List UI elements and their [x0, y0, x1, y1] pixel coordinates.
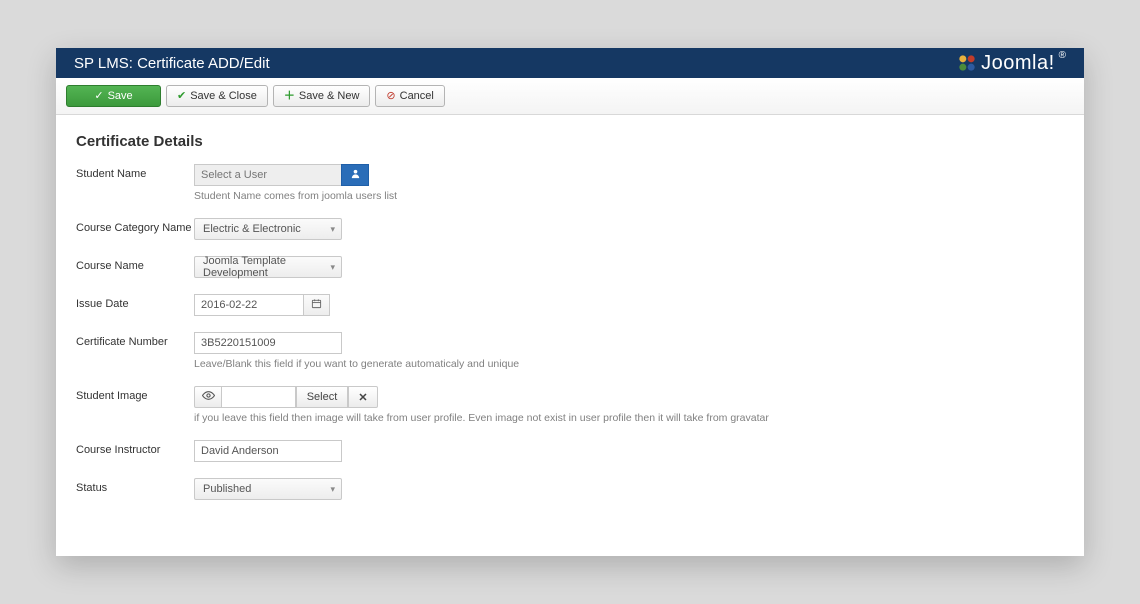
user-icon [350, 168, 361, 182]
cancel-icon: ⊘ [386, 91, 395, 102]
save-new-button[interactable]: ＋ Save & New [273, 85, 371, 107]
select-user-button[interactable] [341, 164, 369, 186]
calendar-button[interactable] [304, 294, 330, 316]
image-path-display [222, 386, 296, 408]
row-issue-date: Issue Date [76, 294, 1064, 316]
course-name-value: Joomla Template Development [203, 255, 319, 279]
select-image-button[interactable]: Select [296, 386, 348, 408]
page-header: SP LMS: Certificate ADD/Edit Joomla! ® [56, 48, 1084, 78]
help-student-name: Student Name comes from joomla users lis… [194, 190, 397, 202]
course-category-value: Electric & Electronic [203, 223, 301, 235]
plus-icon: ＋ [284, 91, 295, 102]
instructor-input[interactable] [194, 440, 342, 462]
label-instructor: Course Instructor [76, 440, 194, 456]
select-image-label: Select [307, 391, 338, 403]
label-cert-number: Certificate Number [76, 332, 194, 348]
row-course-name: Course Name Joomla Template Development [76, 256, 1064, 278]
row-course-category: Course Category Name Electric & Electron… [76, 218, 1064, 240]
joomla-logo-icon [957, 53, 977, 73]
cancel-label: Cancel [400, 90, 434, 102]
check-icon: ✔ [177, 91, 186, 102]
form-content: Certificate Details Student Name Student… [56, 115, 1084, 556]
help-student-image: if you leave this field then image will … [194, 412, 769, 424]
status-value: Published [203, 483, 251, 495]
label-course-category: Course Category Name [76, 218, 194, 234]
status-select[interactable]: Published [194, 478, 342, 500]
label-course-name: Course Name [76, 256, 194, 272]
save-new-label: Save & New [299, 90, 360, 102]
issue-date-input[interactable] [194, 294, 304, 316]
student-name-input[interactable] [194, 164, 342, 186]
admin-panel: SP LMS: Certificate ADD/Edit Joomla! ® ✓… [56, 48, 1084, 556]
save-close-label: Save & Close [190, 90, 257, 102]
row-student-name: Student Name Student Name comes from joo… [76, 164, 1064, 202]
row-student-image: Student Image Select ✕ if [76, 386, 1064, 424]
label-status: Status [76, 478, 194, 494]
label-student-name: Student Name [76, 164, 194, 180]
check-icon: ✓ [94, 91, 103, 102]
save-button[interactable]: ✓ Save [66, 85, 161, 107]
calendar-icon [311, 298, 322, 312]
page-title: SP LMS: Certificate ADD/Edit [74, 55, 270, 72]
toolbar: ✓ Save ✔ Save & Close ＋ Save & New ⊘ Can… [56, 78, 1084, 115]
course-name-select[interactable]: Joomla Template Development [194, 256, 342, 278]
clear-image-button[interactable]: ✕ [348, 386, 378, 408]
brand-text: Joomla! [981, 52, 1055, 75]
label-student-image: Student Image [76, 386, 194, 402]
label-issue-date: Issue Date [76, 294, 194, 310]
save-label: Save [108, 90, 133, 102]
save-close-button[interactable]: ✔ Save & Close [166, 85, 268, 107]
section-title: Certificate Details [76, 133, 1064, 150]
brand-registered: ® [1059, 50, 1066, 61]
row-instructor: Course Instructor [76, 440, 1064, 462]
eye-icon [202, 389, 215, 405]
preview-image-button[interactable] [194, 386, 222, 408]
course-category-select[interactable]: Electric & Electronic [194, 218, 342, 240]
help-cert-number: Leave/Blank this field if you want to ge… [194, 358, 519, 370]
cert-number-input[interactable] [194, 332, 342, 354]
row-cert-number: Certificate Number Leave/Blank this fiel… [76, 332, 1064, 370]
brand: Joomla! ® [957, 52, 1066, 75]
row-status: Status Published [76, 478, 1064, 500]
close-icon: ✕ [358, 391, 367, 404]
cancel-button[interactable]: ⊘ Cancel [375, 85, 444, 107]
